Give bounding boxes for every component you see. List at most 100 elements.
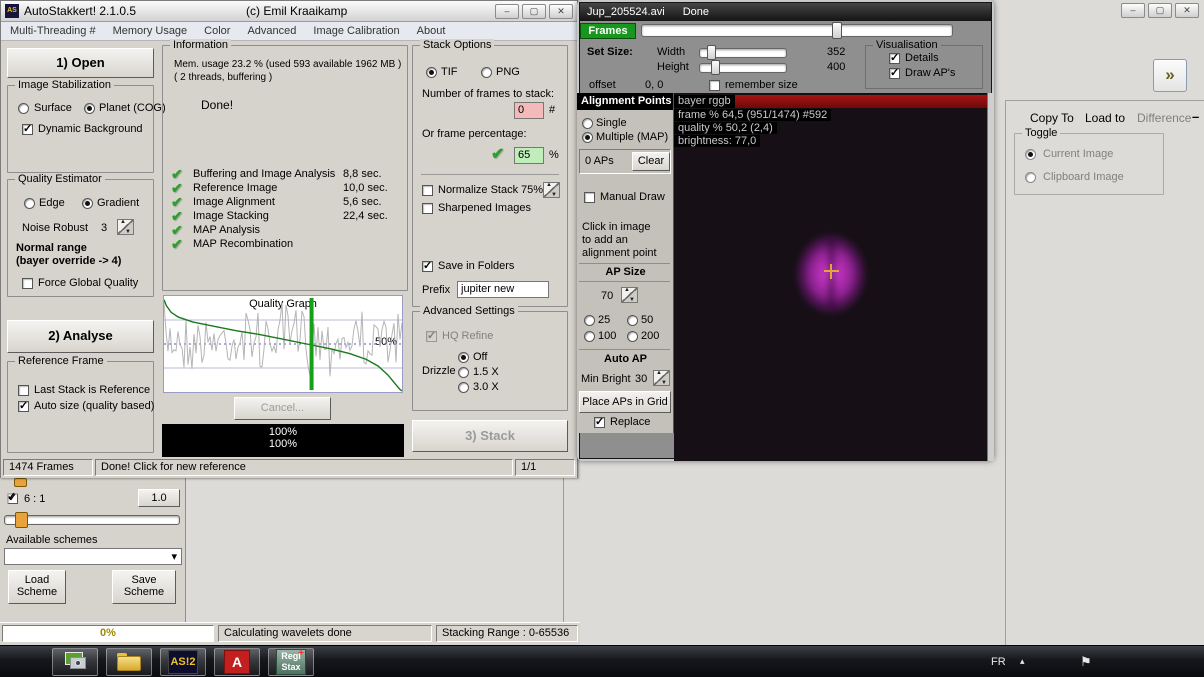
- wavelet-slider-handle[interactable]: [15, 512, 28, 528]
- drizzle-30x-radio[interactable]: [458, 382, 469, 393]
- main-titlebar[interactable]: AS AutoStakkert! 2.1.0.5 (c) Emil Kraaik…: [1, 1, 577, 22]
- information-label: Information: [170, 39, 232, 51]
- wavelet-slider-track[interactable]: [4, 515, 180, 525]
- wavelet-slider-handle-top[interactable]: [14, 478, 27, 487]
- ap-hint-line1: Click in image: [582, 221, 651, 233]
- action-center-flag-icon[interactable]: ⚑: [1080, 654, 1092, 670]
- multiple-map-radio[interactable]: [582, 132, 593, 143]
- edge-radio[interactable]: [24, 198, 35, 209]
- planet-cog-radio[interactable]: [84, 103, 95, 114]
- place-aps-button[interactable]: Place APs in Grid: [579, 391, 671, 413]
- frame-count-cell: 1474 Frames: [3, 459, 93, 476]
- taskbar-explorer[interactable]: [106, 648, 152, 676]
- noise-robust-spinner[interactable]: ▲ ▼: [117, 219, 134, 235]
- menu-image-calibration[interactable]: Image Calibration: [313, 25, 399, 37]
- wavelet-value-button[interactable]: 1.0: [138, 489, 180, 507]
- main-close-button[interactable]: ✕: [549, 3, 573, 19]
- single-ap-radio[interactable]: [582, 118, 593, 129]
- task-row: ✔ MAP Recombination: [171, 236, 401, 252]
- difference-menu[interactable]: Difference: [1137, 111, 1191, 125]
- stack-button[interactable]: 3) Stack: [412, 420, 568, 452]
- main-minimize-button[interactable]: –: [495, 3, 519, 19]
- taskbar-adobe-reader[interactable]: A: [214, 648, 260, 676]
- image-scrollbar[interactable]: [987, 93, 994, 461]
- auto-size-checkbox[interactable]: [18, 399, 29, 412]
- language-indicator[interactable]: FR: [991, 656, 1006, 668]
- width-slider-handle[interactable]: [707, 45, 716, 60]
- drizzle-15x-radio[interactable]: [458, 367, 469, 378]
- status-message-cell[interactable]: Done! Click for new reference: [95, 459, 513, 476]
- edge-label: Edge: [39, 197, 65, 209]
- hq-refine-checkbox[interactable]: [426, 329, 437, 342]
- hidden-icons-chevron[interactable]: ▴: [1020, 656, 1025, 667]
- schemes-dropdown[interactable]: ▾: [4, 548, 182, 565]
- save-scheme-button[interactable]: Save Scheme: [112, 570, 176, 604]
- menu-multi-threading[interactable]: Multi-Threading #: [10, 25, 96, 37]
- png-radio[interactable]: [481, 67, 492, 78]
- cancel-button[interactable]: Cancel...: [234, 397, 331, 420]
- prefix-input[interactable]: jupiter new: [457, 281, 549, 298]
- menu-advanced[interactable]: Advanced: [247, 25, 296, 37]
- height-slider-handle[interactable]: [711, 60, 720, 75]
- ap-size-25-radio[interactable]: [584, 315, 595, 326]
- frames-to-stack-input[interactable]: 0: [514, 102, 544, 119]
- taskbar-autostakkert[interactable]: AS!2: [160, 648, 206, 676]
- remember-size-checkbox[interactable]: [709, 80, 720, 91]
- ap-size-100-radio[interactable]: [584, 331, 595, 342]
- clipboard-image-radio[interactable]: [1025, 172, 1036, 183]
- dropdown-arrow-icon[interactable]: ▾: [171, 550, 177, 563]
- gradient-radio[interactable]: [82, 198, 93, 209]
- visualisation-label: Visualisation: [873, 39, 941, 51]
- surface-radio[interactable]: [18, 103, 29, 114]
- replace-checkbox[interactable]: [594, 415, 605, 428]
- frames-slider-track[interactable]: [641, 24, 953, 37]
- copy-to-menu[interactable]: Copy To: [1030, 111, 1074, 125]
- image-display[interactable]: bayer rggb frame % 64,5 (951/1474) #592 …: [674, 93, 994, 461]
- normalize-stack-checkbox[interactable]: [422, 185, 433, 196]
- main-maximize-button[interactable]: ▢: [522, 3, 546, 19]
- frames-slider-handle[interactable]: [832, 22, 842, 39]
- tif-radio[interactable]: [426, 67, 437, 78]
- manual-draw-checkbox[interactable]: [584, 192, 595, 203]
- drizzle-off-radio[interactable]: [458, 352, 469, 363]
- sharpened-images-checkbox[interactable]: [422, 203, 433, 214]
- bg-minimize-button[interactable]: –: [1121, 3, 1145, 18]
- min-bright-spinner[interactable]: ▲ ▼: [653, 370, 670, 386]
- taskbar-photo-viewer[interactable]: [52, 648, 98, 676]
- height-label: Height: [657, 61, 689, 73]
- last-stack-reference-checkbox[interactable]: [18, 385, 29, 396]
- image-stabilization-groupbox: Image Stabilization Surface Planet (COG)…: [7, 79, 166, 173]
- force-global-quality-checkbox[interactable]: [22, 278, 33, 289]
- panel-minimize-icon[interactable]: –: [1192, 109, 1199, 124]
- ap-size-200-radio[interactable]: [627, 331, 638, 342]
- load-scheme-button[interactable]: Load Scheme: [8, 570, 66, 604]
- bg-maximize-button[interactable]: ▢: [1148, 3, 1172, 18]
- menu-about[interactable]: About: [417, 25, 446, 37]
- details-checkbox[interactable]: [889, 51, 900, 64]
- load-to-menu[interactable]: Load to: [1085, 111, 1125, 125]
- quality-info-overlay: quality % 50,2 (2,4): [674, 122, 777, 134]
- current-image-radio[interactable]: [1025, 149, 1036, 160]
- menu-color[interactable]: Color: [204, 25, 230, 37]
- ap-size-spinner[interactable]: ▲ ▼: [621, 287, 638, 303]
- taskbar-registax[interactable]: Regi Stax +: [268, 648, 314, 676]
- expand-panel-button[interactable]: »: [1153, 59, 1187, 92]
- menu-memory-usage[interactable]: Memory Usage: [113, 25, 188, 37]
- ap-size-50-radio[interactable]: [627, 315, 638, 326]
- save-in-folders-checkbox[interactable]: [422, 259, 433, 272]
- ap-size-50-label: 50: [641, 314, 654, 326]
- toggle-group-label: Toggle: [1022, 127, 1061, 139]
- task-time: 22,4 sec.: [343, 210, 388, 222]
- clear-aps-button[interactable]: Clear: [632, 152, 670, 171]
- draw-aps-checkbox[interactable]: [889, 66, 900, 79]
- open-button[interactable]: 1) Open: [7, 48, 154, 78]
- manual-draw-label: Manual Draw: [600, 191, 665, 203]
- dynamic-background-checkbox[interactable]: [22, 122, 33, 135]
- analyse-button[interactable]: 2) Analyse: [7, 320, 154, 353]
- registax-statusbar: 0% Calculating wavelets done Stacking Ra…: [0, 622, 580, 645]
- brightness-info-overlay: brightness: 77,0: [674, 135, 761, 147]
- frame-percentage-input[interactable]: 65: [514, 147, 544, 164]
- bg-close-button[interactable]: ✕: [1175, 3, 1199, 18]
- normalize-spinner[interactable]: ▲ ▼: [543, 182, 560, 198]
- details-label: Details: [905, 52, 939, 64]
